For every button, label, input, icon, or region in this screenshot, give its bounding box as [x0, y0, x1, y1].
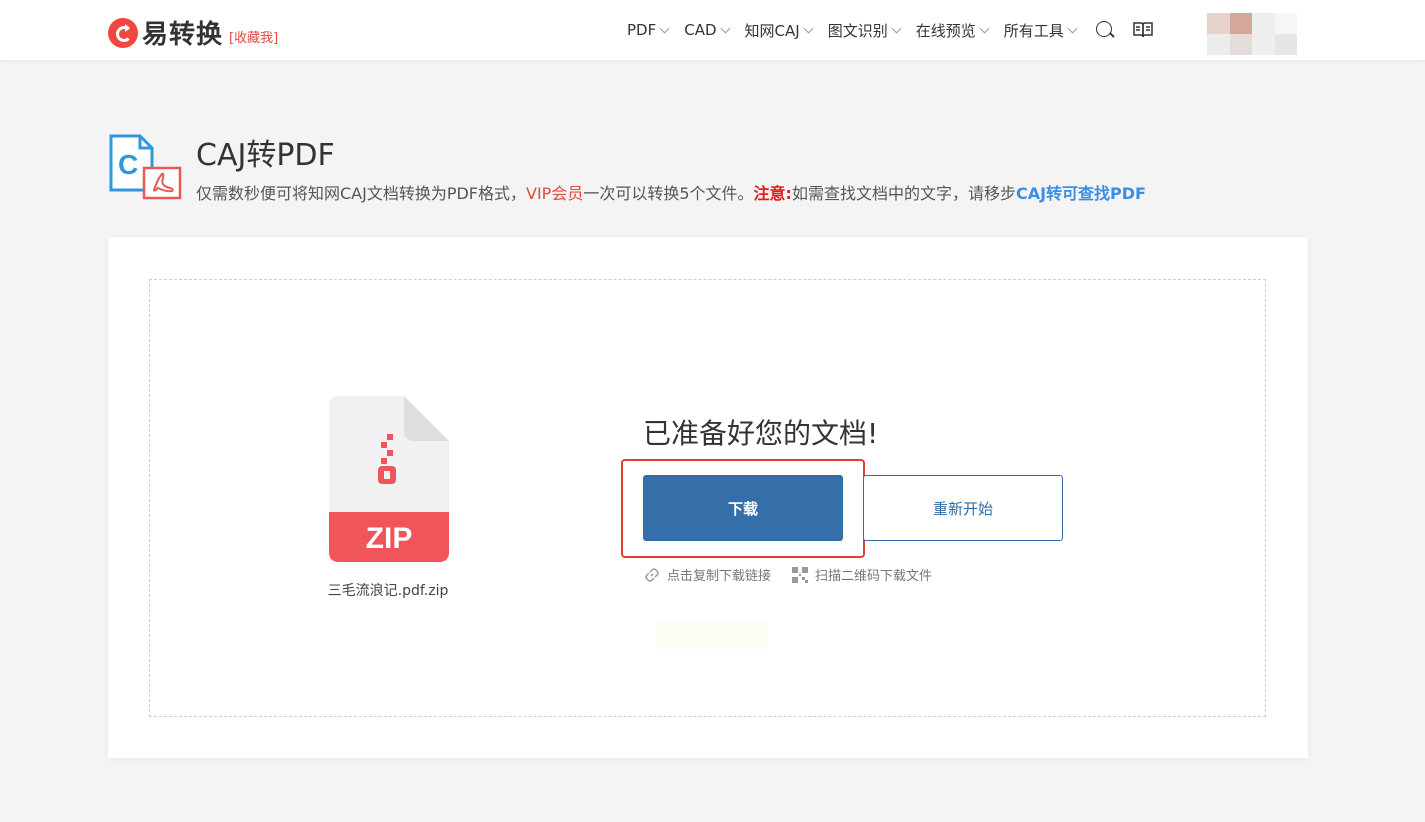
- top-header: 易转换 [收藏我] PDF CAD 知网CAJ 图文识别 在线预览 所有工具: [0, 0, 1425, 60]
- nav-item-all-tools[interactable]: 所有工具: [1003, 20, 1078, 41]
- bookmark-link[interactable]: [收藏我]: [229, 27, 278, 46]
- user-avatar[interactable]: [1207, 13, 1297, 55]
- nav-item-label: PDF: [627, 21, 657, 39]
- nav-item-cad[interactable]: CAD: [684, 21, 730, 39]
- note-label: 注意:: [753, 184, 792, 203]
- result-card: ZIP 三毛流浪记.pdf.zip 已准备好您的文档! 下载 重新开始 点击复制…: [108, 237, 1308, 758]
- copy-link-label: 点击复制下载链接: [667, 569, 772, 584]
- ready-heading: 已准备好您的文档!: [643, 417, 879, 450]
- chevron-down-icon: [979, 23, 990, 33]
- desc-text: 一次可以转换5个文件。: [583, 184, 754, 203]
- chevron-down-icon: [720, 23, 730, 33]
- searchable-pdf-link[interactable]: CAJ转可查找PDF: [1016, 184, 1146, 203]
- brand-logo[interactable]: 易转换 [收藏我]: [108, 14, 278, 51]
- logo-refresh-icon: [108, 17, 138, 48]
- nav-item-ocr[interactable]: 图文识别: [827, 20, 902, 41]
- nav-item-label: 所有工具: [1003, 21, 1064, 40]
- nav-item-label: 知网CAJ: [744, 21, 800, 40]
- file-badge: ZIP: [366, 522, 413, 555]
- copy-link-option[interactable]: 点击复制下载链接: [643, 565, 771, 584]
- desc-text: 如需查找文档中的文字，请移步: [791, 184, 1016, 203]
- main-nav: PDF CAD 知网CAJ 图文识别 在线预览 所有工具: [627, 18, 1168, 42]
- link-icon: [645, 567, 659, 582]
- vip-text: VIP会员: [526, 184, 584, 203]
- book-icon[interactable]: [1132, 19, 1154, 41]
- svg-text:C: C: [118, 149, 138, 180]
- restart-button[interactable]: 重新开始: [863, 475, 1063, 541]
- qr-label: 扫描二维码下载文件: [815, 569, 933, 584]
- nav-item-caj[interactable]: 知网CAJ: [744, 20, 814, 41]
- nav-item-label: 在线预览: [915, 21, 976, 40]
- qr-code-icon: [792, 566, 809, 583]
- faint-placeholder: [657, 620, 767, 650]
- tool-description: 仅需数秒便可将知网CAJ文档转换为PDF格式，VIP会员一次可以转换5个文件。注…: [196, 180, 1146, 204]
- desc-text: 仅需数秒便可将知网CAJ文档转换为PDF格式，: [196, 184, 527, 203]
- chevron-down-icon: [803, 23, 814, 33]
- chevron-down-icon: [1067, 23, 1078, 33]
- qr-download-option[interactable]: 扫描二维码下载文件: [791, 565, 932, 584]
- search-icon[interactable]: [1094, 19, 1116, 41]
- zip-file-icon: ZIP: [329, 396, 449, 562]
- download-options: 点击复制下载链接 扫描二维码下载文件: [643, 565, 952, 584]
- download-button[interactable]: 下载: [643, 475, 843, 541]
- nav-item-pdf[interactable]: PDF: [627, 21, 670, 39]
- caj-to-pdf-icon: C: [109, 134, 182, 200]
- brand-name: 易转换: [142, 20, 224, 50]
- chevron-down-icon: [659, 23, 670, 33]
- page-title: CAJ转PDF: [196, 138, 335, 173]
- nav-item-label: 图文识别: [827, 21, 888, 40]
- chevron-down-icon: [891, 23, 902, 33]
- file-name: 三毛流浪记.pdf.zip: [327, 583, 449, 599]
- nav-item-label: CAD: [684, 21, 717, 39]
- nav-item-preview[interactable]: 在线预览: [915, 20, 990, 41]
